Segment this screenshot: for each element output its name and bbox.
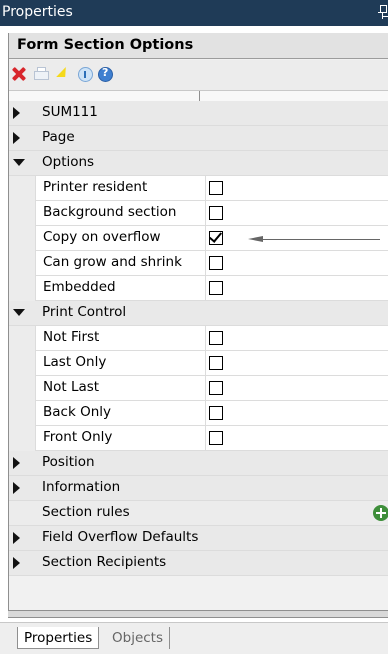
property-label: Printer resident: [43, 179, 148, 195]
property-label: Background section: [43, 204, 177, 220]
lightning-icon[interactable]: [55, 66, 71, 82]
printer-resident-checkbox[interactable]: [209, 181, 223, 195]
add-icon[interactable]: [373, 505, 388, 521]
back-only-checkbox[interactable]: [209, 406, 223, 420]
property-printer-resident: Printer resident: [9, 176, 388, 201]
property-label: Can grow and shrink: [43, 254, 182, 270]
not-first-checkbox[interactable]: [209, 331, 223, 345]
property-can-grow-and-shrink: Can grow and shrink: [9, 251, 388, 276]
category-print-control[interactable]: Print Control: [9, 301, 388, 326]
property-last-only: Last Only: [9, 351, 388, 376]
annotation-arrow-icon: [248, 236, 263, 242]
category-information[interactable]: Information: [9, 476, 388, 501]
column-splitter[interactable]: [199, 91, 200, 101]
category-sum111[interactable]: SUM111: [9, 101, 388, 126]
expand-arrow-icon[interactable]: [13, 532, 20, 544]
delete-icon[interactable]: [11, 66, 27, 82]
property-background-section: Background section: [9, 201, 388, 226]
category-label: Section Recipients: [42, 554, 167, 570]
expand-arrow-icon[interactable]: [13, 107, 20, 119]
panel-header: Form Section Options: [9, 33, 388, 59]
properties-panel: Form Section Options SUM111 Page Options…: [8, 33, 388, 617]
property-not-last: Not Last: [9, 376, 388, 401]
can-grow-and-shrink-checkbox[interactable]: [209, 256, 223, 270]
background-section-checkbox[interactable]: [209, 206, 223, 220]
print-icon[interactable]: [33, 66, 49, 82]
category-label: Information: [42, 479, 121, 495]
category-label: Options: [42, 154, 95, 170]
category-label: SUM111: [42, 104, 98, 120]
property-section-rules: Section rules: [9, 501, 388, 526]
expand-arrow-icon[interactable]: [13, 557, 20, 569]
checkmark-icon: [208, 229, 223, 243]
not-last-checkbox[interactable]: [209, 381, 223, 395]
property-label: Not First: [43, 329, 100, 345]
property-label: Embedded: [43, 279, 116, 295]
info-icon[interactable]: [77, 66, 93, 82]
front-only-checkbox[interactable]: [209, 431, 223, 445]
property-label: Not Last: [43, 379, 100, 395]
embedded-checkbox[interactable]: [209, 281, 223, 295]
tab-objects[interactable]: Objects: [106, 627, 171, 649]
property-label: Last Only: [43, 354, 107, 370]
tab-properties[interactable]: Properties: [17, 627, 100, 649]
category-label: Print Control: [42, 304, 127, 320]
category-page[interactable]: Page: [9, 126, 388, 151]
category-section-recipients[interactable]: Section Recipients: [9, 551, 388, 576]
last-only-checkbox[interactable]: [209, 356, 223, 370]
pin-icon[interactable]: [378, 4, 387, 20]
window-title: Properties: [2, 4, 73, 20]
expand-arrow-icon[interactable]: [13, 457, 20, 469]
property-embedded: Embedded: [9, 276, 388, 301]
panel-bottom-strip: [8, 610, 388, 618]
tab-bar: Properties Objects: [0, 622, 388, 654]
property-back-only: Back Only: [9, 401, 388, 426]
category-label: Field Overflow Defaults: [42, 529, 199, 545]
property-label: Front Only: [43, 429, 113, 445]
collapse-arrow-icon[interactable]: [13, 309, 25, 316]
help-icon[interactable]: [97, 66, 113, 82]
toolbar: [9, 60, 388, 90]
collapse-arrow-icon[interactable]: [13, 159, 25, 166]
property-not-first: Not First: [9, 326, 388, 351]
property-label: Section rules: [42, 504, 130, 520]
expand-arrow-icon[interactable]: [13, 482, 20, 494]
title-bar: Properties: [0, 0, 388, 26]
copy-on-overflow-checkbox[interactable]: [208, 229, 223, 245]
property-label: Copy on overflow: [43, 229, 161, 245]
expand-arrow-icon[interactable]: [13, 132, 20, 144]
property-front-only: Front Only: [9, 426, 388, 451]
category-options[interactable]: Options: [9, 151, 388, 176]
property-grid: SUM111 Page Options Printer resident Bac…: [9, 90, 388, 610]
category-label: Page: [42, 129, 75, 145]
annotation-arrow-line: [263, 239, 380, 240]
category-position[interactable]: Position: [9, 451, 388, 476]
property-label: Back Only: [43, 404, 111, 420]
category-field-overflow-defaults[interactable]: Field Overflow Defaults: [9, 526, 388, 551]
category-label: Position: [42, 454, 95, 470]
